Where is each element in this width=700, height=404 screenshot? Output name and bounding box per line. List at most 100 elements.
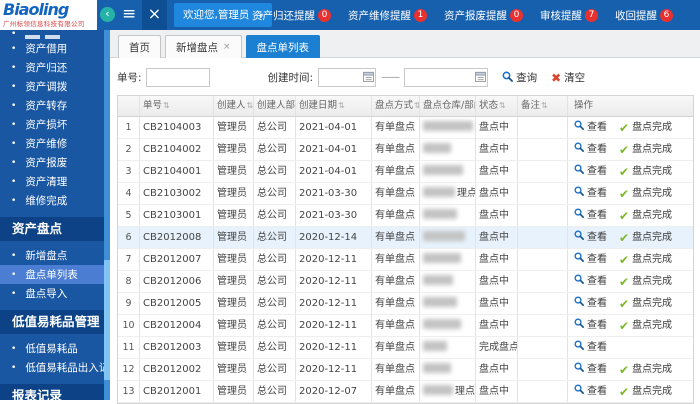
sidebar-item-资产调拨[interactable]: •资产调拨 (0, 77, 110, 96)
menu-icon[interactable]: ≡ (122, 4, 136, 24)
sidebar-item-资产转存[interactable]: •资产转存 (0, 96, 110, 115)
column-header-warehouse[interactable]: 盘点仓库/部门⇅ (420, 96, 476, 116)
status-cell: 盘点中 (476, 139, 518, 160)
view-button[interactable]: 查看 (574, 315, 607, 336)
search-button[interactable]: 查询 (502, 70, 537, 85)
table-row[interactable]: 7CB2012007管理员总公司2020-12-11有单盘点盘点中查看✔盘点完成 (118, 249, 693, 271)
sidebar-item-盘点单列表[interactable]: •盘点单列表 (0, 265, 110, 284)
remark-cell (518, 315, 568, 336)
creator-cell: 管理员 (214, 271, 254, 292)
view-button[interactable]: 查看 (574, 337, 607, 358)
reminder-item-2[interactable]: 资产报废提醒0 (444, 8, 523, 23)
tab-2[interactable]: 盘点单列表 (246, 35, 321, 58)
order-no-input[interactable] (146, 68, 210, 87)
magnifier-icon (574, 315, 584, 336)
tab-1[interactable]: 新增盘点× (165, 35, 242, 58)
sidebar-item-资产损坏[interactable]: •资产损坏 (0, 115, 110, 134)
complete-button[interactable]: ✔盘点完成 (619, 271, 672, 292)
sidebar-item-低值易耗品出入记录[interactable]: •低值易耗品出入记录 (0, 358, 110, 377)
view-button[interactable]: 查看 (574, 117, 607, 138)
tab-0[interactable]: 首页 (118, 35, 161, 58)
table-row[interactable]: 9CB2012005管理员总公司2020-12-11有单盘点盘点中查看✔盘点完成 (118, 293, 693, 315)
view-button[interactable]: 查看 (574, 205, 607, 226)
method-cell: 有单盘点 (372, 139, 420, 160)
reminder-item-0[interactable]: 资产归还提醒0 (252, 8, 331, 23)
view-button[interactable]: 查看 (574, 249, 607, 270)
reminder-item-4[interactable]: 收回提醒6 (615, 8, 673, 23)
table-row[interactable]: 3CB2104001管理员总公司2021-04-01有单盘点盘点中查看✔盘点完成 (118, 161, 693, 183)
table-row[interactable]: 2CB2104002管理员总公司2021-04-01有单盘点盘点中查看✔盘点完成 (118, 139, 693, 161)
complete-button[interactable]: ✔盘点完成 (619, 227, 672, 248)
complete-button[interactable]: ✔盘点完成 (619, 139, 672, 160)
complete-button[interactable]: ✔盘点完成 (619, 293, 672, 314)
sidebar-item-资产借用[interactable]: •资产借用 (0, 39, 110, 58)
table-row[interactable]: 5CB2103001管理员总公司2021-03-30有单盘点盘点中查看✔盘点完成 (118, 205, 693, 227)
reminder-item-3[interactable]: 审核提醒7 (540, 8, 598, 23)
view-label: 查看 (587, 271, 607, 292)
sidebar-item-维修完成[interactable]: •维修完成 (0, 191, 110, 210)
sidebar-item-label: 资产维修 (25, 136, 67, 151)
complete-label: 盘点完成 (632, 381, 672, 402)
complete-button[interactable]: ✔盘点完成 (619, 161, 672, 182)
method-cell: 有单盘点 (372, 315, 420, 336)
view-button[interactable]: 查看 (574, 293, 607, 314)
sidebar-item-新增盘点[interactable]: •新增盘点 (0, 246, 110, 265)
magnifier-icon (574, 271, 584, 292)
calendar-icon[interactable] (363, 71, 374, 85)
collapse-sidebar-icon[interactable]: ‹ (100, 7, 115, 22)
cut-label (45, 35, 60, 39)
table-row[interactable]: 10CB2012004管理员总公司2020-12-11有单盘点盘点中查看✔盘点完… (118, 315, 693, 337)
column-header-creator[interactable]: 创建人⇅ (214, 96, 254, 116)
table-row[interactable]: 8CB2012006管理员总公司2020-12-11有单盘点盘点中查看✔盘点完成 (118, 271, 693, 293)
order-no-cell: CB2104003 (140, 117, 214, 138)
calendar-icon[interactable] (475, 71, 486, 85)
view-button[interactable]: 查看 (574, 183, 607, 204)
view-button[interactable]: 查看 (574, 227, 607, 248)
column-header-status[interactable]: 状态⇅ (476, 96, 518, 116)
complete-label: 盘点完成 (632, 315, 672, 336)
order-no-cell: CB2012005 (140, 293, 214, 314)
column-header-date[interactable]: 创建日期⇅ (296, 96, 372, 116)
complete-button[interactable]: ✔盘点完成 (619, 315, 672, 336)
view-button[interactable]: 查看 (574, 359, 607, 380)
range-separator: —— (381, 72, 399, 83)
sidebar-item[interactable]: • (0, 30, 110, 39)
column-header-remark[interactable]: 备注⇅ (518, 96, 568, 116)
reminder-item-1[interactable]: 资产维修提醒1 (348, 8, 427, 23)
complete-button[interactable]: ✔盘点完成 (619, 381, 672, 402)
sidebar-item-低值易耗品[interactable]: •低值易耗品 (0, 339, 110, 358)
close-button[interactable]: × (142, 0, 167, 30)
complete-button[interactable]: ✔盘点完成 (619, 205, 672, 226)
sidebar-item-资产报废[interactable]: •资产报废 (0, 153, 110, 172)
sidebar-item-盘点导入[interactable]: •盘点导入 (0, 284, 110, 303)
clear-button[interactable]: ✖清空 (551, 70, 585, 85)
complete-button[interactable]: ✔盘点完成 (619, 359, 672, 380)
sidebar-item-资产维修[interactable]: •资产维修 (0, 134, 110, 153)
complete-button[interactable]: ✔盘点完成 (619, 249, 672, 270)
sidebar-item-资产清理[interactable]: •资产清理 (0, 172, 110, 191)
table-row[interactable]: 12CB2012002管理员总公司2020-12-11有单盘点盘点中查看✔盘点完… (118, 359, 693, 381)
magnifier-icon (574, 249, 584, 270)
view-button[interactable]: 查看 (574, 381, 607, 402)
view-button[interactable]: 查看 (574, 139, 607, 160)
table-row[interactable]: 1CB2104003管理员总公司2021-04-01有单盘点盘点中查看✔盘点完成 (118, 117, 693, 139)
table-row[interactable]: 11CB2012003管理员总公司2020-12-11有单盘点完成盘点查看 (118, 337, 693, 359)
table-row[interactable]: 6CB2012008管理员总公司2020-12-14有单盘点盘点中查看✔盘点完成 (118, 227, 693, 249)
reminder-badge: 1 (414, 9, 427, 22)
complete-button[interactable]: ✔盘点完成 (619, 117, 672, 138)
actions-cell: 查看 ✔盘点完成 (568, 161, 693, 182)
sidebar-item-label: 新增盘点 (25, 248, 67, 263)
complete-button[interactable]: ✔盘点完成 (619, 183, 672, 204)
column-header-order[interactable]: 单号⇅ (140, 96, 214, 116)
sidebar-item-资产归还[interactable]: •资产归还 (0, 58, 110, 77)
column-header-method[interactable]: 盘点方式⇅ (372, 96, 420, 116)
date-cell: 2020-12-14 (296, 227, 372, 248)
bullet-icon: • (11, 158, 16, 168)
remark-cell (518, 161, 568, 182)
table-row[interactable]: 4CB2103002管理员总公司2021-03-30有单盘点理点盘点中查看✔盘点… (118, 183, 693, 205)
check-icon: ✔ (619, 144, 629, 156)
tab-close-icon[interactable]: × (223, 42, 231, 52)
view-button[interactable]: 查看 (574, 161, 607, 182)
view-button[interactable]: 查看 (574, 271, 607, 292)
column-header-dept[interactable]: 创建人部门⇅ (254, 96, 296, 116)
